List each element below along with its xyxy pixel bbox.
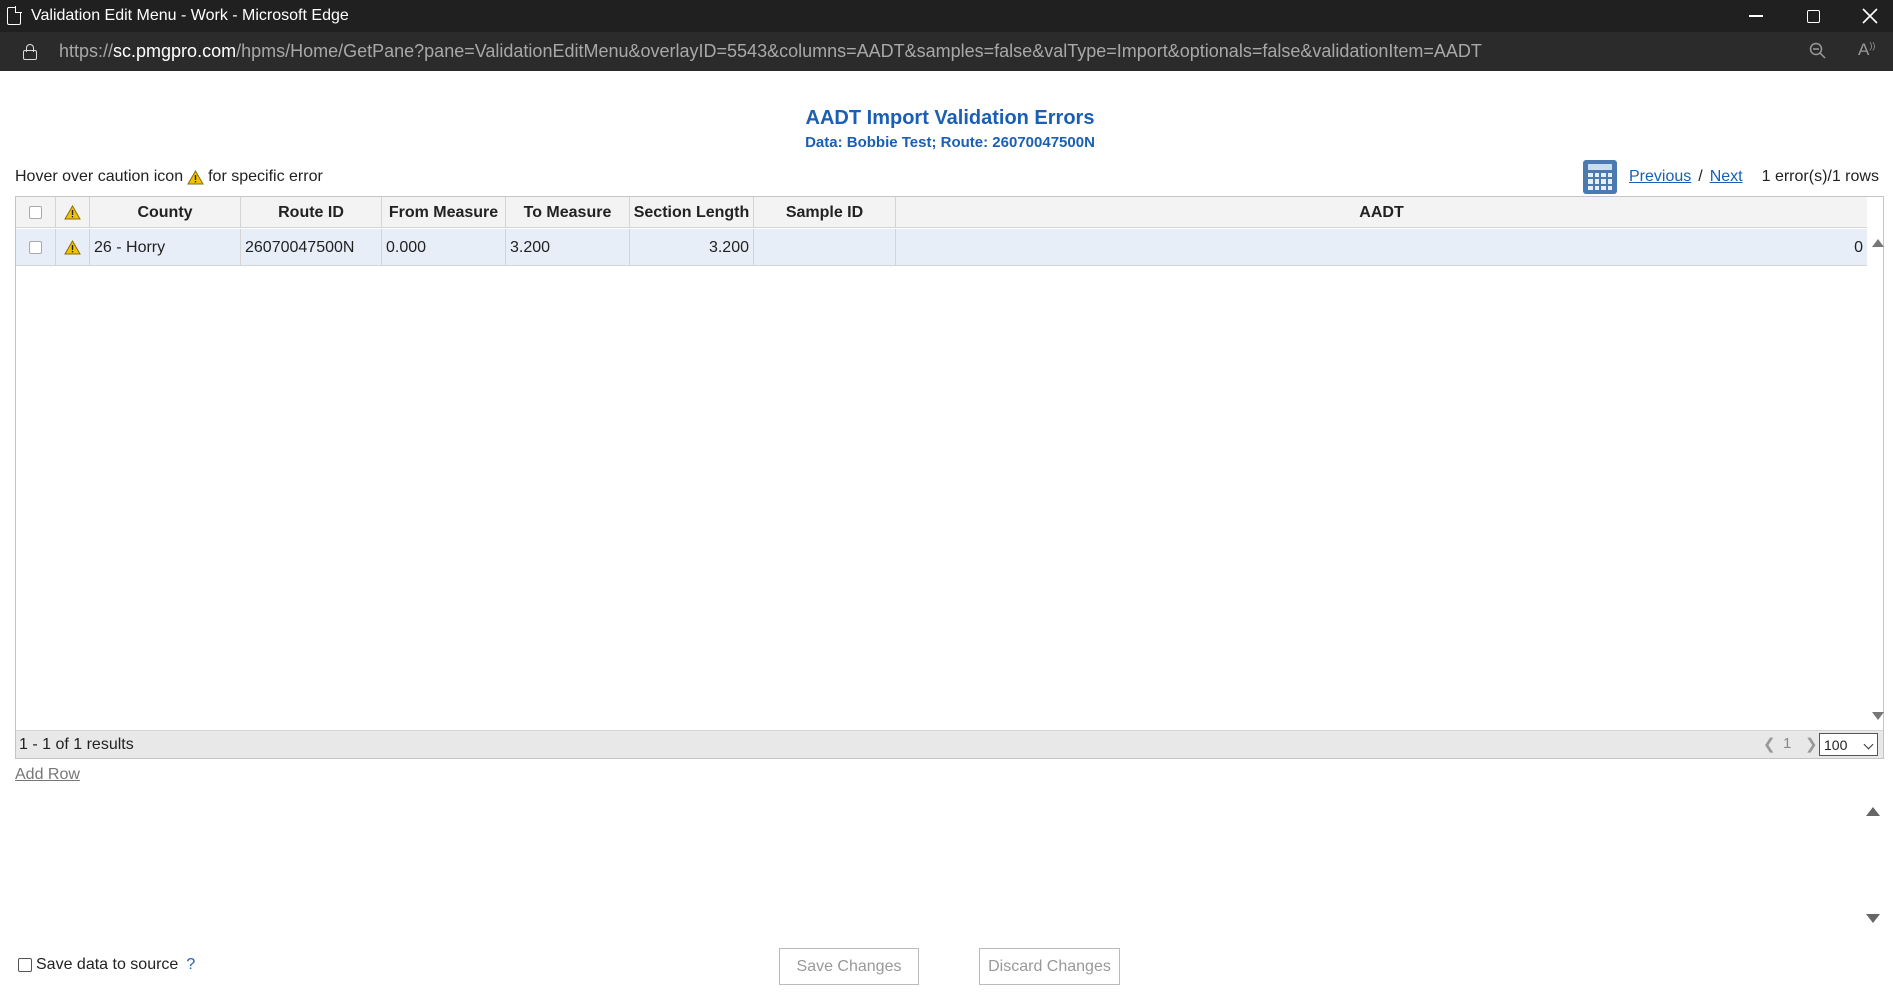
minimize-icon [1749,15,1763,17]
pane-scroll-up-icon[interactable] [1866,807,1880,816]
zoom-out-icon[interactable] [1809,42,1827,60]
save-to-source-checkbox[interactable] [18,958,32,972]
add-row-link[interactable]: Add Row [15,766,80,784]
select-all-cell[interactable] [16,197,56,228]
url-prefix: https:// [59,41,114,61]
save-to-source-option[interactable]: Save data to source ? [18,956,195,974]
pane-scroll-down-icon[interactable] [1866,914,1880,923]
window-titlebar: Validation Edit Menu - Work - Microsoft … [0,0,1893,32]
grid-header: County Route ID From Measure To Measure … [16,197,1867,228]
caution-icon[interactable] [64,240,81,255]
caution-icon [64,205,81,220]
window-title: Validation Edit Menu - Work - Microsoft … [31,7,349,24]
grid-scroll-up-icon[interactable] [1872,239,1884,247]
document-icon [7,6,22,25]
save-to-source-label[interactable]: Save data to source [36,956,178,974]
chevron-down-icon [1863,739,1874,750]
page-size-value: 100 [1824,736,1848,753]
close-button[interactable] [1842,0,1893,32]
cell-sample-id[interactable] [754,229,896,266]
cell-county[interactable]: 26 - Horry [90,229,241,266]
cell-aadt[interactable]: 0 [896,229,1867,266]
hint-text-before: Hover over caution icon [15,168,184,185]
column-header-to-measure[interactable]: To Measure [506,197,630,228]
lock-icon [23,43,37,60]
page-subtitle: Data: Bobbie Test; Route: 26070047500N [805,134,1095,151]
discard-changes-button[interactable]: Discard Changes [979,948,1120,985]
error-count: 1 error(s)/1 rows [1761,168,1879,185]
url-host: sc.pmgpro.com [113,41,237,61]
calculator-icon[interactable] [1583,160,1617,194]
hint-text-after: for specific error [208,168,323,185]
pager-next-icon[interactable]: ❯ [1805,735,1818,753]
caution-icon [187,169,204,184]
error-navigation: Previous / Next 1 error(s)/1 rows [1583,160,1879,194]
results-count: 1 - 1 of 1 results [19,735,134,753]
cell-section-length[interactable]: 3.200 [630,229,754,266]
pager-prev-icon[interactable]: ❮ [1763,735,1776,753]
column-header-route-id[interactable]: Route ID [241,197,382,228]
validation-grid: County Route ID From Measure To Measure … [15,196,1884,759]
cell-from-measure[interactable]: 0.000 [382,229,506,266]
column-header-sample-id[interactable]: Sample ID [754,197,896,228]
cell-route-id[interactable]: 26070047500N [241,229,382,266]
url-path: /hpms/Home/GetPane?pane=ValidationEditMe… [236,41,1482,61]
maximize-icon [1806,9,1820,23]
row-caution-cell[interactable] [56,229,90,266]
hover-hint: Hover over caution icon for specific err… [15,168,323,186]
minimize-button[interactable] [1728,0,1784,32]
table-row[interactable]: 26 - Horry 26070047500N 0.000 3.200 3.20… [16,229,1867,266]
caution-header-cell [56,197,90,228]
grid-pager: 1 - 1 of 1 results ❮ 1 ❯ 100 [16,730,1883,758]
close-icon [1862,8,1878,24]
page-size-select[interactable]: 100 [1819,733,1878,756]
next-link[interactable]: Next [1710,168,1743,186]
pager-page-number[interactable]: 1 [1783,735,1791,752]
column-header-section-length[interactable]: Section Length [630,197,754,228]
column-header-county[interactable]: County [90,197,241,228]
maximize-button[interactable] [1785,0,1841,32]
cell-to-measure[interactable]: 3.200 [506,229,630,266]
previous-link[interactable]: Previous [1629,168,1691,186]
save-changes-button[interactable]: Save Changes [779,948,919,985]
help-icon[interactable]: ? [186,956,195,974]
page-title: AADT Import Validation Errors [805,107,1095,129]
column-header-from-measure[interactable]: From Measure [382,197,506,228]
nav-separator: / [1698,168,1703,185]
column-header-aadt[interactable]: AADT [896,197,1867,228]
select-all-checkbox[interactable] [29,206,42,219]
address-bar[interactable]: https://sc.pmgpro.com/hpms/Home/GetPane?… [0,32,1893,71]
url-text[interactable]: https://sc.pmgpro.com/hpms/Home/GetPane?… [59,41,1482,62]
grid-scroll-down-icon[interactable] [1872,712,1884,720]
row-checkbox[interactable] [29,241,42,254]
read-aloud-icon[interactable]: A)) [1858,40,1875,60]
row-select-cell[interactable] [16,229,56,266]
